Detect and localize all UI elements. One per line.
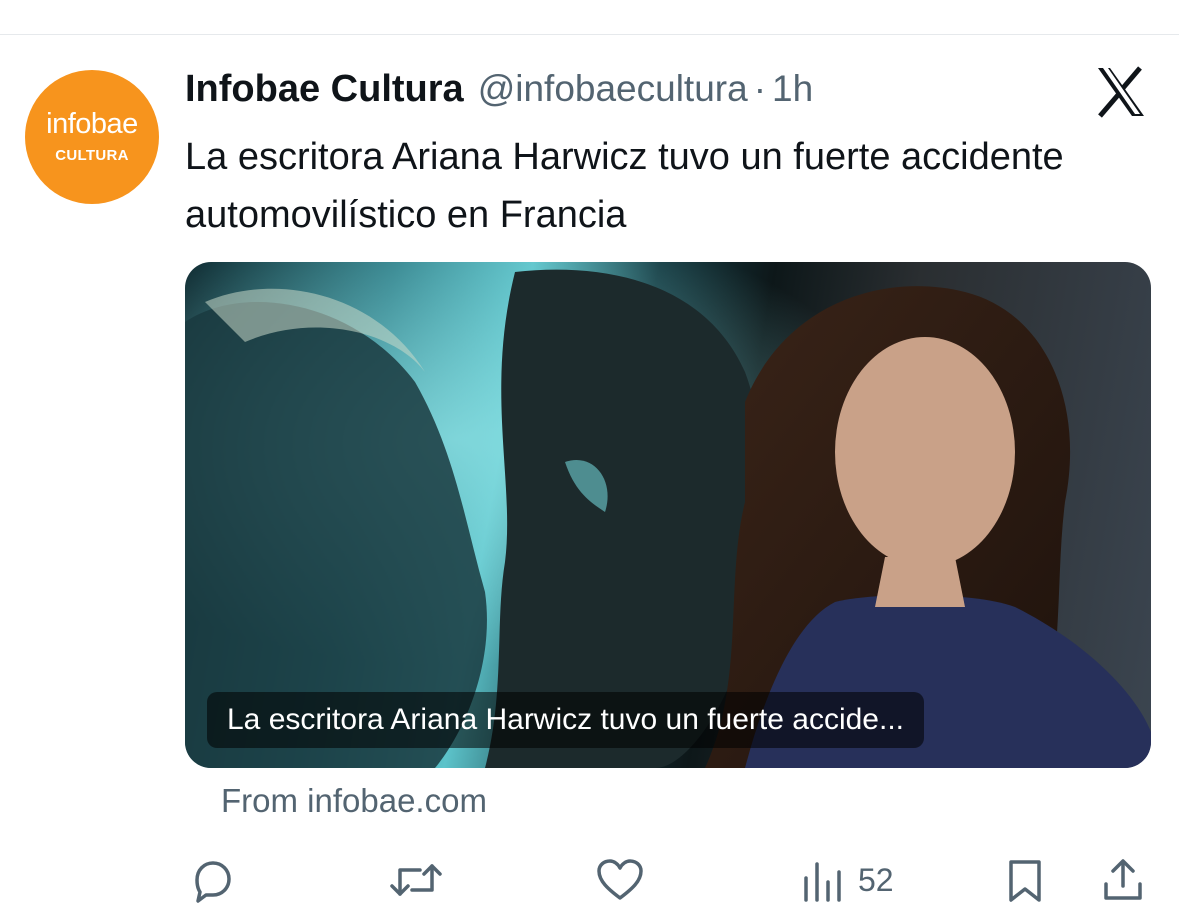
link-card-image[interactable]: La escritora Ariana Harwicz tuvo un fuer… xyxy=(185,262,1151,768)
tweet-text: La escritora Ariana Harwicz tuvo un fuer… xyxy=(185,136,1064,236)
avatar-logo-text: infobae xyxy=(46,108,138,140)
share-button[interactable] xyxy=(1100,850,1146,910)
action-bar: 52 xyxy=(0,850,1179,910)
x-logo-icon xyxy=(1096,66,1146,118)
handle[interactable]: @infobaecultura xyxy=(478,68,748,110)
views-count: 52 xyxy=(858,861,894,898)
reply-icon xyxy=(195,861,231,903)
link-source[interactable]: From infobae.com xyxy=(221,782,487,820)
views-button[interactable]: 52 xyxy=(800,850,894,910)
timestamp[interactable]: 1h xyxy=(772,68,813,110)
avatar-logo-subtext: CULTURA xyxy=(55,147,129,164)
display-name[interactable]: Infobae Cultura xyxy=(185,68,464,111)
separator-dot: · xyxy=(753,68,767,109)
retweet-button[interactable] xyxy=(388,850,444,910)
tweet-header: Infobae Cultura @infobaecultura · 1h xyxy=(185,68,813,116)
reply-button[interactable] xyxy=(188,850,236,910)
avatar[interactable]: infobae CULTURA xyxy=(25,70,159,204)
bookmark-icon xyxy=(1009,860,1041,902)
like-button[interactable] xyxy=(594,850,646,910)
heart-icon xyxy=(597,859,643,900)
top-divider xyxy=(0,34,1179,35)
share-icon xyxy=(1104,859,1142,900)
bookmark-button[interactable] xyxy=(1003,850,1047,910)
retweet-icon xyxy=(390,864,442,896)
media-caption: La escritora Ariana Harwicz tuvo un fuer… xyxy=(207,692,924,748)
views-icon xyxy=(804,862,841,902)
